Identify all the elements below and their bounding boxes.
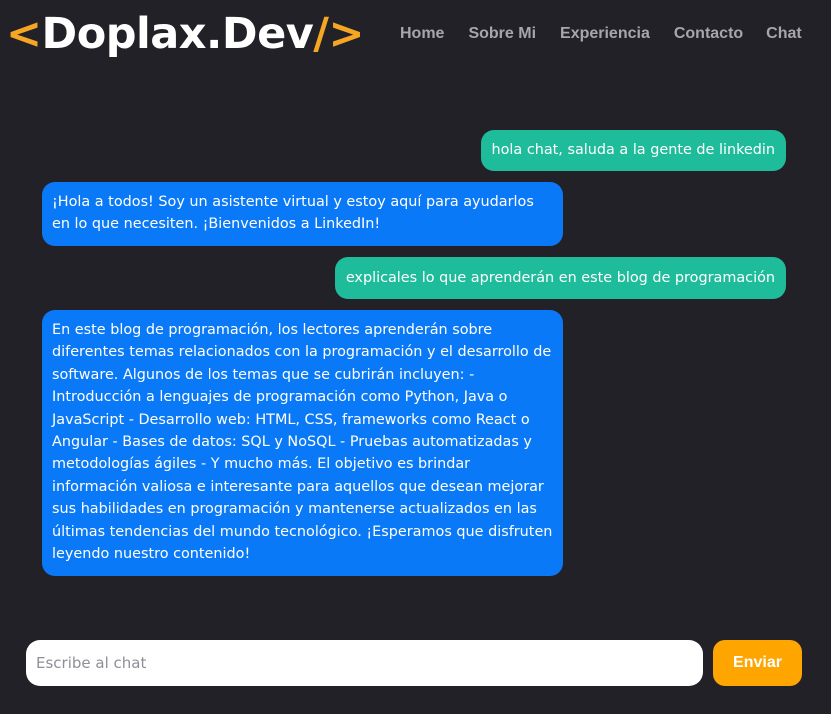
logo-name: Doplax.Dev bbox=[41, 9, 314, 59]
assistant-message: En este blog de programación, los lector… bbox=[42, 310, 563, 576]
assistant-message: ¡Hola a todos! Soy un asistente virtual … bbox=[42, 182, 563, 246]
nav-link-chat[interactable]: Chat bbox=[766, 24, 802, 44]
chat-composer: Enviar bbox=[26, 640, 802, 686]
site-header: <Doplax.Dev/> Home Sobre Mi Experiencia … bbox=[0, 0, 831, 70]
send-button[interactable]: Enviar bbox=[713, 640, 802, 686]
nav-link-experiencia[interactable]: Experiencia bbox=[560, 24, 650, 44]
logo-open-bracket: < bbox=[6, 9, 42, 59]
site-logo[interactable]: <Doplax.Dev/> bbox=[6, 8, 364, 60]
main-nav: Home Sobre Mi Experiencia Contacto Chat bbox=[400, 24, 802, 44]
nav-link-sobre-mi[interactable]: Sobre Mi bbox=[468, 24, 536, 44]
chat-input[interactable] bbox=[26, 640, 703, 686]
user-message: hola chat, saluda a la gente de linkedin bbox=[480, 130, 786, 171]
user-message: explicales lo que aprenderán en este blo… bbox=[334, 257, 786, 299]
nav-link-home[interactable]: Home bbox=[400, 24, 444, 44]
nav-link-contacto[interactable]: Contacto bbox=[674, 24, 743, 44]
logo-close-bracket: /> bbox=[313, 9, 364, 59]
